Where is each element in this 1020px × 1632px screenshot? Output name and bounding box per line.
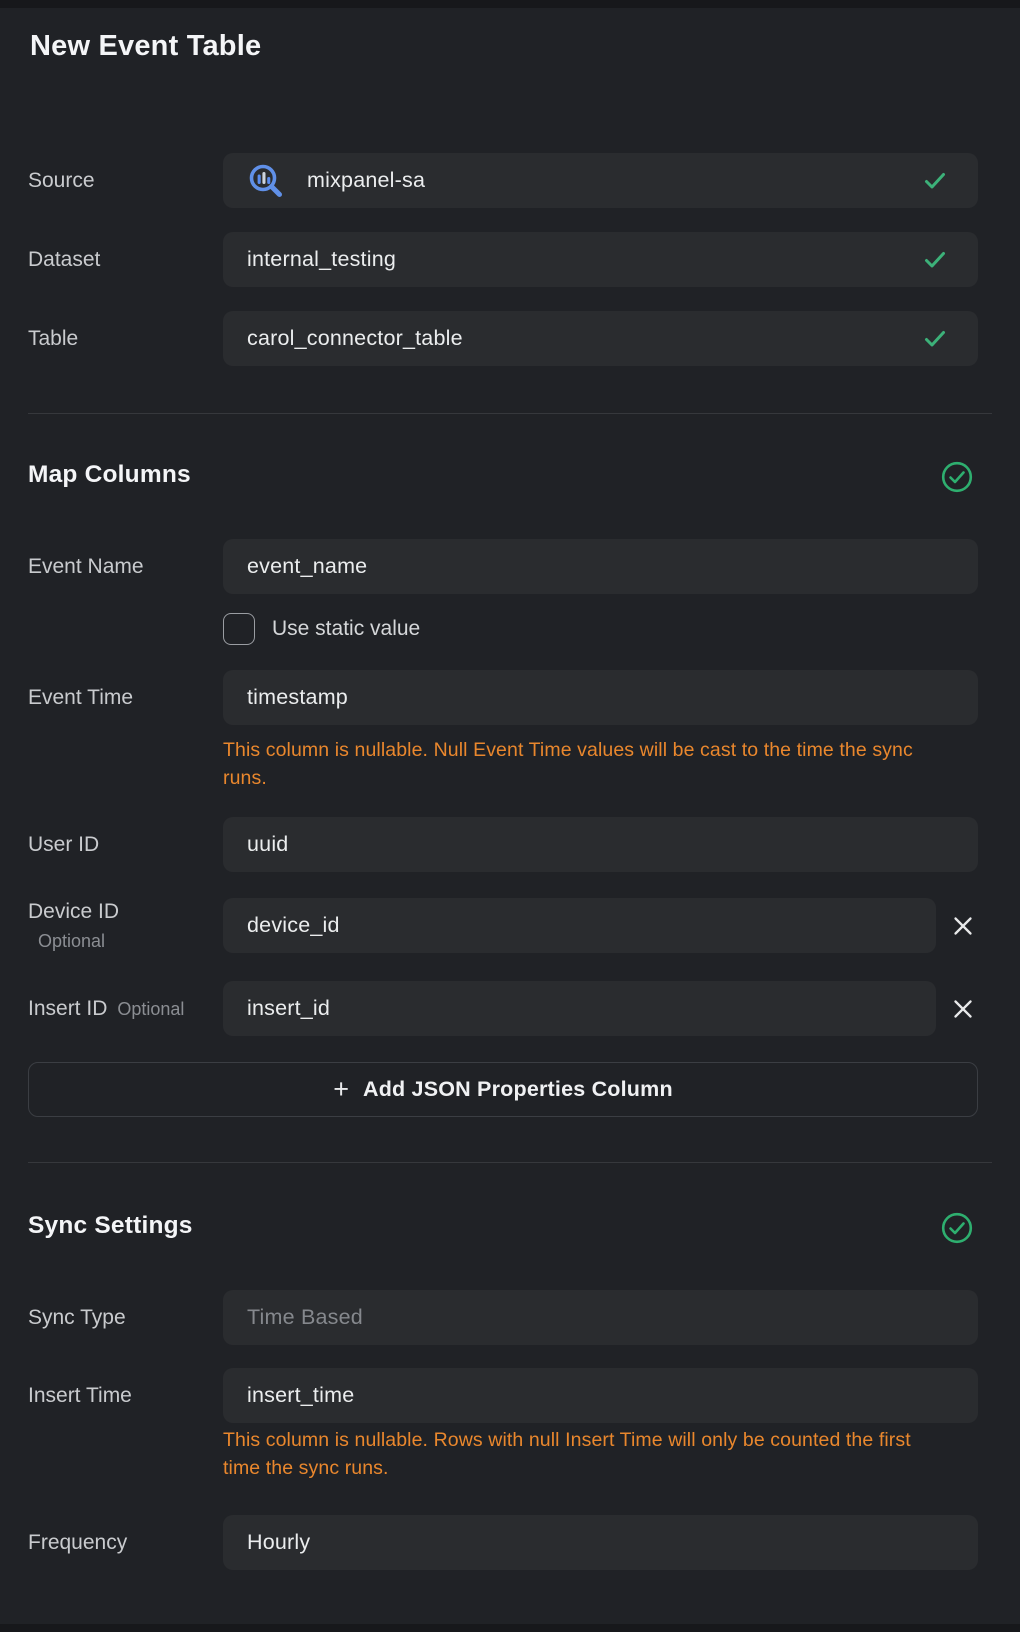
sync-type-label: Sync Type [28, 1306, 126, 1329]
section-divider [28, 1162, 992, 1163]
sync-type-select: Time Based [223, 1290, 978, 1345]
dataset-value: internal_testing [247, 247, 396, 272]
source-label: Source [28, 169, 95, 192]
table-value: carol_connector_table [247, 326, 463, 351]
use-static-value-label: Use static value [272, 617, 420, 641]
insert-time-row: Insert Time insert_time [0, 1368, 978, 1423]
event-name-label: Event Name [28, 555, 144, 578]
event-time-select[interactable]: timestamp [223, 670, 978, 725]
dataset-valid-check-icon [922, 247, 948, 273]
dataset-select[interactable]: internal_testing [223, 232, 978, 287]
insert-id-select[interactable]: insert_id [223, 981, 936, 1036]
sync-type-value: Time Based [247, 1305, 363, 1330]
sync-settings-complete-icon [941, 1212, 973, 1244]
map-columns-complete-icon [941, 461, 973, 493]
map-columns-heading: Map Columns [28, 461, 191, 489]
insert-id-row: Insert ID Optional insert_id [0, 981, 978, 1036]
source-value: mixpanel-sa [307, 168, 425, 193]
dataset-label: Dataset [28, 248, 100, 271]
user-id-select[interactable]: uuid [223, 817, 978, 872]
source-select[interactable]: mixpanel-sa [223, 153, 978, 208]
dataset-row: Dataset internal_testing [0, 232, 978, 287]
table-row: Table carol_connector_table [0, 311, 978, 366]
device-id-optional-tag: Optional [28, 931, 223, 952]
insert-time-select[interactable]: insert_time [223, 1368, 978, 1423]
insert-time-label: Insert Time [28, 1384, 132, 1407]
event-time-value: timestamp [247, 685, 348, 710]
section-divider [28, 413, 992, 414]
sync-type-row: Sync Type Time Based [0, 1290, 978, 1345]
insert-id-clear-button[interactable] [948, 994, 978, 1024]
insert-id-label: Insert ID [28, 997, 107, 1021]
device-id-value: device_id [247, 913, 340, 938]
insert-time-nullable-warning: This column is nullable. Rows with null … [223, 1426, 933, 1482]
user-id-value: uuid [247, 832, 288, 857]
event-name-value: event_name [247, 554, 367, 579]
frequency-row: Frequency Hourly [0, 1515, 978, 1570]
event-time-nullable-warning: This column is nullable. Null Event Time… [223, 736, 933, 792]
top-edge-bar [0, 0, 1020, 8]
device-id-clear-button[interactable] [948, 911, 978, 941]
table-select[interactable]: carol_connector_table [223, 311, 978, 366]
insert-time-value: insert_time [247, 1383, 354, 1408]
event-name-row: Event Name event_name [0, 539, 978, 594]
table-label: Table [28, 327, 78, 350]
add-json-properties-column-label: Add JSON Properties Column [363, 1077, 673, 1102]
user-id-label: User ID [28, 833, 99, 856]
device-id-row: Device ID Optional device_id [0, 898, 978, 953]
frequency-value: Hourly [247, 1530, 310, 1555]
device-id-label: Device ID [28, 900, 223, 924]
event-time-row: Event Time timestamp [0, 670, 978, 725]
use-static-value-row: Use static value [223, 612, 420, 645]
event-time-label: Event Time [28, 686, 133, 709]
frequency-label: Frequency [28, 1531, 127, 1554]
mixpanel-logo-icon [247, 162, 285, 200]
sync-settings-heading: Sync Settings [28, 1212, 193, 1240]
add-json-properties-column-button[interactable]: + Add JSON Properties Column [28, 1062, 978, 1117]
frequency-select[interactable]: Hourly [223, 1515, 978, 1570]
plus-icon: + [333, 1076, 349, 1103]
page-title: New Event Table [30, 30, 261, 63]
use-static-value-checkbox[interactable] [223, 613, 255, 645]
event-name-select[interactable]: event_name [223, 539, 978, 594]
user-id-row: User ID uuid [0, 817, 978, 872]
source-row: Source mixpanel-sa [0, 153, 978, 208]
insert-id-optional-tag: Optional [117, 999, 184, 1020]
source-valid-check-icon [922, 168, 948, 194]
device-id-select[interactable]: device_id [223, 898, 936, 953]
bottom-edge-bar [0, 1624, 1020, 1632]
insert-id-value: insert_id [247, 996, 330, 1021]
table-valid-check-icon [922, 326, 948, 352]
